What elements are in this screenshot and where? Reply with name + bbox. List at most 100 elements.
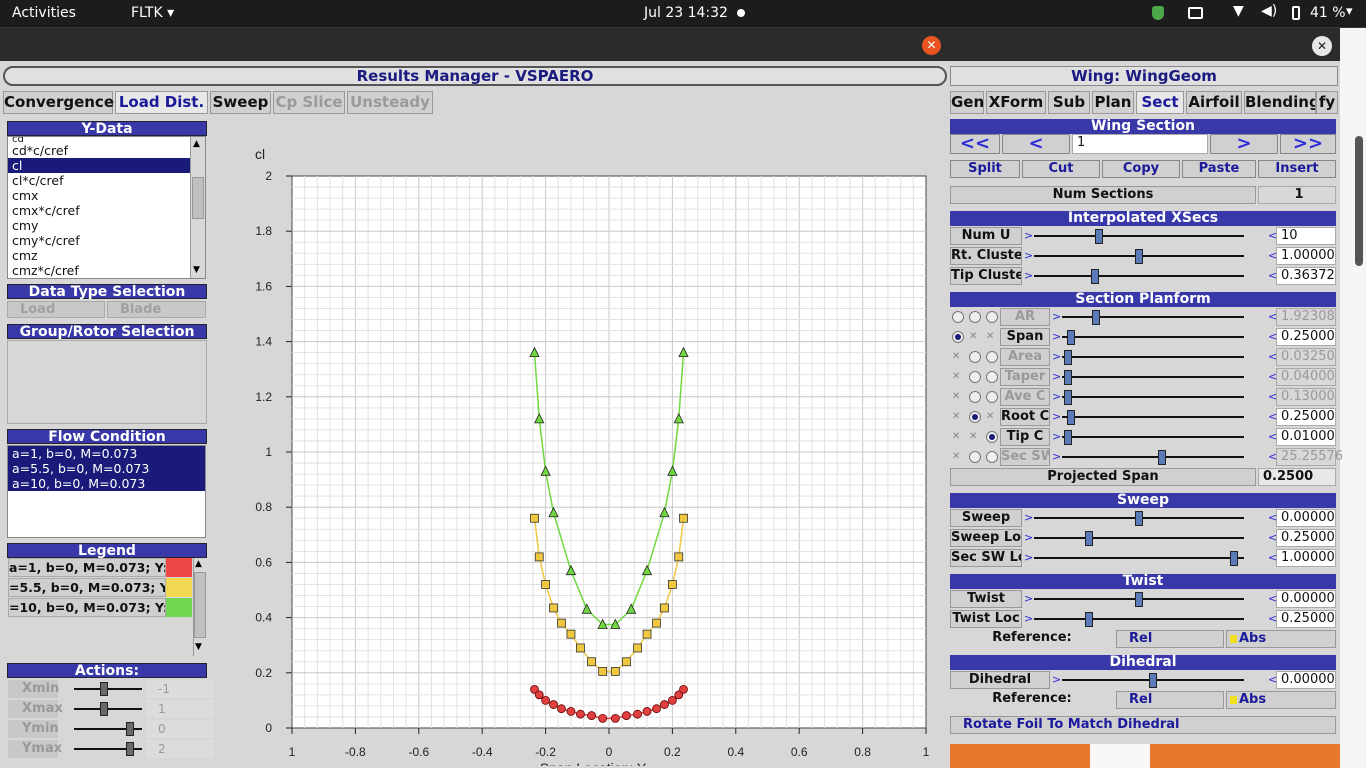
arrow-left-icon[interactable]: < — [1268, 590, 1277, 608]
param-slider[interactable] — [1062, 356, 1244, 358]
ydata-scrollbar[interactable]: ▲ ▼ — [190, 137, 205, 278]
mode-radio[interactable] — [969, 411, 981, 423]
mode-radio[interactable] — [969, 371, 981, 383]
mode-radio[interactable] — [986, 451, 998, 463]
arrow-left-icon[interactable]: < — [1268, 610, 1277, 628]
mode-radio[interactable] — [969, 311, 981, 323]
axis-limit-value[interactable]: 0 — [146, 720, 214, 738]
arrow-left-icon[interactable]: < — [1268, 549, 1277, 567]
arrow-left-icon[interactable]: < — [1268, 227, 1277, 245]
tab-unsteady[interactable]: Unsteady — [347, 91, 433, 114]
param-slider[interactable] — [1062, 336, 1244, 338]
axis-limit-value[interactable]: -1 — [146, 680, 214, 698]
last-section-button[interactable]: >> — [1280, 134, 1336, 154]
slider-thumb[interactable] — [1067, 410, 1076, 425]
app-menu[interactable]: FLTK ▾ — [131, 5, 174, 21]
close-icon[interactable]: ✕ — [1312, 36, 1332, 56]
list-item[interactable]: a=5.5, b=0, M=0.073 — [8, 461, 205, 476]
param-value-input[interactable]: 0.04000 — [1276, 368, 1336, 386]
mode-radio[interactable]: ✕ — [952, 451, 964, 463]
arrow-left-icon[interactable]: < — [1268, 671, 1277, 689]
tab-sub[interactable]: Sub — [1048, 91, 1090, 114]
mode-radio[interactable]: ✕ — [969, 331, 981, 343]
mode-radio[interactable] — [986, 431, 998, 443]
param-value-input[interactable]: 0.01000 — [1276, 428, 1336, 446]
arrow-right-icon[interactable]: > — [1024, 610, 1033, 628]
list-item[interactable]: a=1, b=0, M=0.073 — [8, 446, 205, 461]
arrow-right-icon[interactable]: > — [1052, 368, 1061, 386]
list-item[interactable]: cmx — [8, 188, 205, 203]
mode-radio[interactable] — [986, 391, 998, 403]
insert-button[interactable]: Insert — [1258, 160, 1336, 178]
arrow-left-icon[interactable]: < — [1268, 509, 1277, 527]
slider-thumb[interactable] — [1063, 350, 1072, 365]
cut-button[interactable]: Cut — [1022, 160, 1100, 178]
arrow-left-icon[interactable]: < — [1268, 368, 1277, 386]
axis-limit-row[interactable]: Ymin 0 — [8, 720, 214, 738]
slider-thumb[interactable] — [1063, 370, 1072, 385]
param-slider[interactable] — [1062, 456, 1244, 458]
slider-thumb[interactable] — [1135, 592, 1143, 607]
slider-thumb[interactable] — [1229, 551, 1238, 566]
next-section-button[interactable]: > — [1210, 134, 1278, 154]
mode-radio[interactable] — [986, 311, 998, 323]
param-value-input[interactable]: 10 — [1276, 227, 1336, 245]
arrow-right-icon[interactable]: > — [1052, 448, 1061, 466]
list-item[interactable]: cmx*c/cref — [8, 203, 205, 218]
slider-thumb[interactable] — [1084, 531, 1093, 546]
arrow-right-icon[interactable]: > — [1052, 308, 1061, 326]
param-value-input[interactable]: 0.25000 — [1276, 408, 1336, 426]
legend-scrollbar[interactable]: ▲ ▼ — [193, 558, 206, 656]
param-value-input[interactable]: 0.25000 — [1276, 610, 1336, 628]
mode-radio[interactable] — [952, 331, 964, 343]
rotate-foil-checkbox[interactable]: Rotate Foil To Match Dihedral — [950, 716, 1336, 734]
param-value-input[interactable]: 0.36372 — [1276, 267, 1336, 285]
list-item[interactable]: cmz — [8, 248, 205, 263]
tab-more[interactable]: fy — [1316, 91, 1338, 114]
param-value-input[interactable]: 0.00000 — [1276, 671, 1336, 689]
param-value-input[interactable]: 0.00000 — [1276, 590, 1336, 608]
axis-limit-row[interactable]: Ymax 2 — [8, 740, 214, 758]
param-slider[interactable] — [1034, 557, 1244, 559]
param-value-input[interactable]: 1.00000 — [1276, 549, 1336, 567]
paste-button[interactable]: Paste — [1182, 160, 1256, 178]
mode-radio[interactable]: ✕ — [952, 391, 964, 403]
param-value-input[interactable]: 0.13000 — [1276, 388, 1336, 406]
list-item[interactable]: cl*c/cref — [8, 173, 205, 188]
prev-section-button[interactable]: < — [1002, 134, 1070, 154]
param-value-input[interactable]: 0.03250 — [1276, 348, 1336, 366]
arrow-right-icon[interactable]: > — [1052, 348, 1061, 366]
mode-radio[interactable]: ✕ — [952, 431, 964, 443]
flow-condition-list[interactable]: a=1, b=0, M=0.073 a=5.5, b=0, M=0.073 a=… — [7, 445, 206, 538]
arrow-right-icon[interactable]: > — [1024, 509, 1033, 527]
param-slider[interactable] — [1062, 396, 1244, 398]
mode-radio[interactable] — [952, 311, 964, 323]
param-slider[interactable] — [1062, 416, 1244, 418]
axis-limit-row[interactable]: Xmax 1 — [8, 700, 214, 718]
param-slider[interactable] — [1034, 618, 1244, 620]
mode-radio[interactable]: ✕ — [986, 331, 998, 343]
param-slider[interactable] — [1034, 537, 1244, 539]
arrow-right-icon[interactable]: > — [1052, 328, 1061, 346]
copy-button[interactable]: Copy — [1102, 160, 1180, 178]
scroll-down-icon[interactable]: ▼ — [193, 265, 200, 275]
slider-thumb[interactable] — [100, 682, 109, 696]
blade-checkbox[interactable]: Blade — [107, 301, 206, 318]
clock[interactable]: Jul 23 14:32 — [644, 5, 728, 21]
arrow-right-icon[interactable]: > — [1024, 529, 1033, 547]
volume-icon[interactable]: ◀) — [1261, 3, 1277, 19]
param-value-input[interactable]: 25.25576 — [1276, 448, 1343, 466]
slider-thumb[interactable] — [126, 722, 135, 736]
arrow-right-icon[interactable]: > — [1024, 549, 1033, 567]
mode-radio[interactable]: ✕ — [952, 411, 964, 423]
tab-airfoil[interactable]: Airfoil — [1186, 91, 1242, 114]
list-item-selected[interactable]: cl — [8, 158, 190, 173]
scroll-thumb[interactable] — [192, 177, 204, 219]
tab-cp-slice[interactable]: Cp Slice — [273, 91, 345, 114]
power-menu-icon[interactable]: ▾ — [1346, 4, 1353, 19]
arrow-left-icon[interactable]: < — [1268, 267, 1277, 285]
mode-radio[interactable] — [969, 351, 981, 363]
shield-icon[interactable] — [1152, 6, 1164, 20]
scroll-thumb[interactable] — [194, 572, 206, 638]
slider-thumb[interactable] — [1090, 269, 1099, 284]
